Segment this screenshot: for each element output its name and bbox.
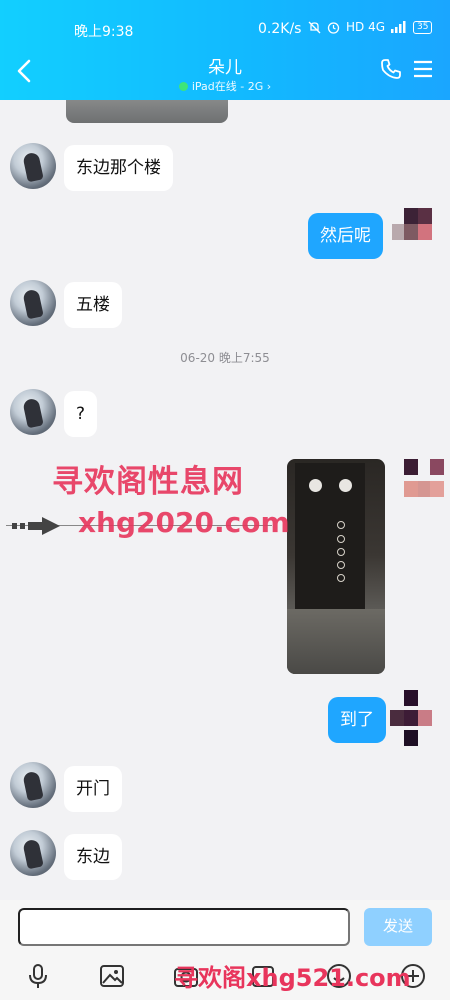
arrow-right-icon — [12, 517, 60, 535]
mute-icon — [308, 21, 321, 33]
contact-avatar[interactable] — [10, 143, 56, 189]
message-bubble[interactable]: 东边那个楼 — [64, 145, 173, 191]
message-input[interactable] — [18, 908, 350, 946]
photo-button — [337, 574, 345, 582]
phone-icon[interactable] — [380, 58, 402, 80]
send-button[interactable]: 发送 — [364, 908, 432, 946]
signal-icon — [391, 21, 406, 33]
message-bubble[interactable]: 五楼 — [64, 282, 122, 328]
online-dot-icon — [178, 82, 188, 91]
status-extra: HD 4G — [346, 20, 386, 34]
message-bubble[interactable]: ? — [64, 391, 98, 437]
message-timestamp: 06-20 晚上7:55 — [180, 351, 270, 365]
chat-area[interactable]: 东边那个楼 然后呢 五楼 06-20 晚上7:55 ? 寻欢阁性息网 xhg20… — [0, 100, 450, 900]
watermark-url: xhg2020.com — [78, 506, 290, 539]
contact-avatar[interactable] — [10, 389, 56, 435]
contact-avatar[interactable] — [10, 280, 56, 326]
contact-avatar[interactable] — [10, 830, 56, 876]
image-icon[interactable] — [99, 963, 125, 989]
my-avatar[interactable] — [392, 208, 434, 256]
status-network-speed: 0.2K/s — [258, 21, 302, 37]
message-bubble[interactable]: 东边 — [64, 834, 122, 880]
my-avatar[interactable] — [404, 459, 446, 507]
battery-icon: 35 — [413, 20, 433, 34]
photo-button — [337, 548, 345, 556]
photo-button — [337, 535, 345, 543]
message-bubble-mine[interactable]: 然后呢 — [308, 213, 383, 259]
status-icons: HD 4G 35 — [308, 20, 433, 34]
photo-button — [339, 479, 352, 492]
presence-status[interactable]: iPad在线 - 2G › — [0, 78, 450, 94]
photo-button — [309, 479, 322, 492]
contact-avatar[interactable] — [10, 762, 56, 808]
photo-button — [337, 561, 345, 569]
chevron-right-icon: › — [266, 80, 272, 93]
alarm-icon — [327, 21, 340, 34]
elevator-panel — [295, 463, 365, 623]
message-bubble[interactable]: 开门 — [64, 766, 122, 812]
image-message[interactable] — [287, 459, 385, 674]
presence-text: iPad在线 - 2G — [191, 80, 264, 93]
menu-icon[interactable] — [413, 60, 433, 78]
status-bar: 晚上9:38 0.2K/s HD 4G 35 — [0, 18, 450, 42]
status-time: 晚上9:38 — [74, 24, 134, 40]
watermark-bottom: 寻欢阁xhg521.com — [174, 964, 411, 992]
photo-button — [337, 521, 345, 529]
my-avatar[interactable] — [390, 690, 432, 748]
photo-floor — [287, 609, 385, 674]
microphone-icon[interactable] — [25, 963, 51, 989]
top-bar: 晚上9:38 0.2K/s HD 4G 35 朵儿 iPad在线 - 2G › — [0, 0, 450, 100]
watermark-text: 寻欢阁性息网 — [52, 464, 244, 500]
previous-image-message[interactable] — [66, 100, 228, 123]
message-bubble-mine[interactable]: 到了 — [328, 697, 386, 743]
